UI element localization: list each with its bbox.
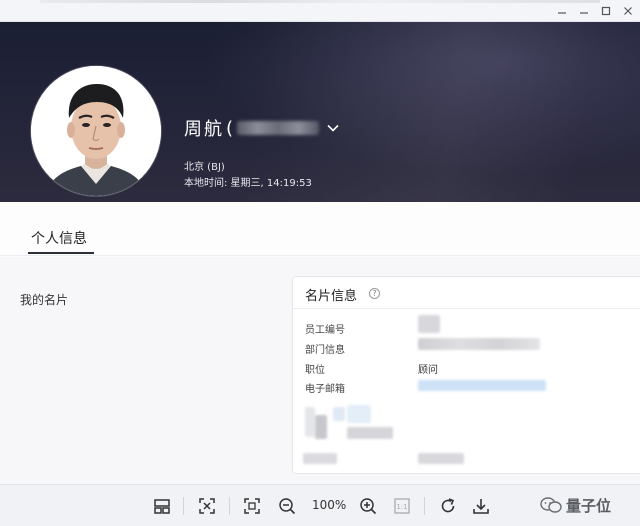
card-title: 名片信息: [305, 289, 358, 304]
field-label-email: 电子邮箱: [305, 384, 345, 395]
profile-name-paren: (: [226, 117, 234, 139]
watermark: 量子位: [540, 492, 611, 518]
fullscreen-icon[interactable]: [241, 495, 263, 517]
profile-banner: 周航 ( 北京 (BJ) 本地时间: 星期三, 14:19:53: [0, 22, 640, 202]
chevron-down-icon[interactable]: [327, 124, 339, 132]
window-titlebar: [0, 0, 640, 22]
viewer-toolbar: 100% 1:1 量子位: [0, 484, 640, 526]
field-value-position: 顾问: [418, 365, 438, 376]
profile-name-row: 周航 (: [184, 117, 339, 140]
wechat-icon: [540, 497, 562, 513]
zoom-out-icon[interactable]: [276, 495, 298, 517]
tab-bar: 个人信息: [0, 202, 640, 256]
toolbar-separator: [229, 497, 230, 515]
tab-active-indicator: [28, 252, 94, 254]
field-label-department: 部门信息: [305, 345, 345, 356]
close-icon[interactable]: [619, 3, 637, 19]
actual-size-icon[interactable]: 1:1: [391, 495, 413, 517]
titlebar-decoration: [40, 0, 600, 3]
main-content: 我的名片 名片信息 ? 员工编号 部门信息 职位 顾问 电子邮箱: [0, 257, 640, 484]
minimize-icon[interactable]: [553, 3, 571, 19]
blurred-footer-text: [418, 453, 464, 464]
business-card-panel: 名片信息 ? 员工编号 部门信息 职位 顾问 电子邮箱: [292, 276, 640, 474]
toolbar-separator: [424, 497, 425, 515]
blurred-logo-part: [347, 427, 393, 439]
field-label-position: 职位: [305, 365, 325, 376]
profile-name: 周航: [184, 119, 224, 140]
blurred-email-link[interactable]: [418, 380, 546, 391]
blurred-user-id: [237, 121, 320, 135]
field-label-employee-id: 员工编号: [305, 325, 345, 336]
avatar[interactable]: [31, 66, 161, 196]
fit-window-icon[interactable]: [196, 495, 218, 517]
download-icon[interactable]: [470, 495, 492, 517]
blurred-logo-part: [305, 407, 315, 437]
help-icon[interactable]: ?: [369, 288, 380, 299]
maximize-icon[interactable]: [597, 3, 615, 19]
profile-local-time: 本地时间: 星期三, 14:19:53: [184, 178, 312, 189]
my-card-label: 我的名片: [20, 293, 69, 307]
zoom-level: 100%: [312, 498, 347, 512]
card-header: 名片信息 ?: [293, 277, 640, 309]
profile-location: 北京 (BJ): [184, 162, 225, 173]
blurred-footer-text: [303, 453, 337, 464]
blurred-logo-part: [315, 415, 327, 439]
toolbar-separator: [183, 497, 184, 515]
blurred-department: [418, 338, 540, 350]
blurred-logo-part: [333, 407, 345, 421]
blurred-logo-part: [347, 405, 371, 423]
thumbnails-icon[interactable]: [151, 495, 173, 517]
zoom-in-icon[interactable]: [357, 495, 379, 517]
blurred-employee-id: [418, 315, 440, 333]
avatar-photo: [31, 66, 161, 196]
watermark-text: 量子位: [566, 496, 612, 515]
tab-personal-info[interactable]: 个人信息: [31, 228, 87, 248]
rotate-icon[interactable]: [437, 495, 459, 517]
restore-icon[interactable]: [575, 3, 593, 19]
actual-size-label: 1:1: [396, 503, 407, 511]
